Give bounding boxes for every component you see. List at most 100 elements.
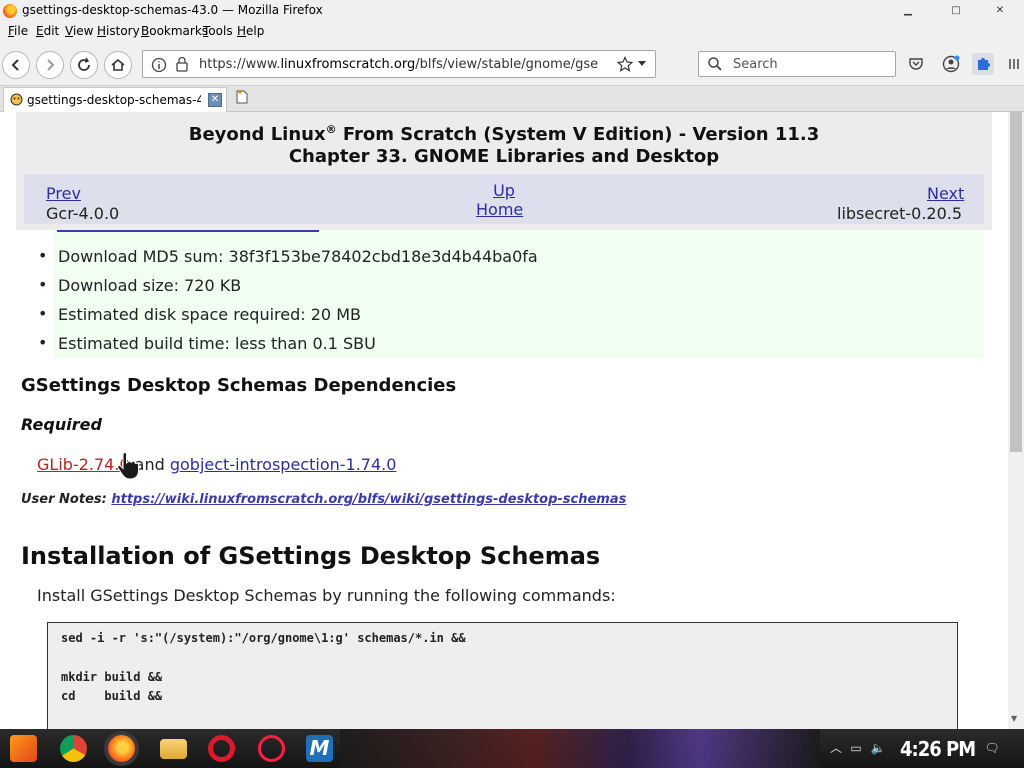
reload-button[interactable] (70, 51, 98, 79)
chapter-title: Chapter 33. GNOME Libraries and Desktop (288, 146, 720, 167)
prev-link[interactable]: Prev (46, 184, 81, 203)
menu-view[interactable]: View (65, 24, 93, 38)
network-icon[interactable]: ▭ (848, 740, 864, 756)
firefox-icon[interactable] (108, 735, 135, 762)
taskbar: M ︿ ▭ 🔈 4:26 PM 🗨 (0, 729, 1024, 768)
menu-history[interactable]: History (97, 24, 140, 38)
prev-page-name: Gcr-4.0.0 (46, 204, 120, 223)
vertical-scrollbar[interactable]: ▼ (1008, 112, 1024, 729)
url-prefix: https://www. (199, 57, 281, 72)
opera-icon[interactable] (208, 735, 235, 762)
tab-active[interactable]: gsettings-desktop-schemas-43 ✕ (3, 87, 227, 112)
arrow-left-icon (11, 59, 19, 71)
required-heading: Required (21, 415, 102, 434)
reload-icon (78, 57, 90, 71)
download-link-partial[interactable] (57, 228, 319, 232)
build-time: Estimated build time: less than 0.1 SBU (58, 334, 376, 353)
browser-window: gsettings-desktop-schemas-43.0 — Mozilla… (0, 0, 1024, 768)
minimize-button[interactable]: ▁ (894, 3, 922, 18)
list-item: Download size: 720 KB (38, 275, 242, 295)
arrow-right-icon (47, 59, 55, 71)
url-path: /blfs/view/stable/gnome/gse (415, 57, 599, 72)
menu-help[interactable]: Help (237, 24, 264, 38)
overflow-menu-button[interactable] (1005, 53, 1023, 75)
dependencies-heading: GSettings Desktop Schemas Dependencies (21, 375, 457, 396)
home-button[interactable] (104, 51, 132, 79)
list-item: Estimated disk space required: 20 MB (38, 304, 361, 324)
lfs-favicon-icon (10, 93, 23, 106)
disk-space: Estimated disk space required: 20 MB (58, 305, 361, 324)
page-viewport: Beyond Linux® From Scratch (System V Edi… (0, 112, 1008, 729)
puzzle-piece-icon (978, 58, 990, 70)
installation-text: Install GSettings Desktop Schemas by run… (37, 586, 616, 605)
menu-tools[interactable]: Tools (203, 24, 233, 38)
account-icon (942, 55, 960, 73)
url-bar[interactable]: https://www.linuxfromscratch.org/blfs/vi… (142, 50, 656, 78)
chrome-icon[interactable] (60, 735, 87, 762)
tab-close-button[interactable]: ✕ (208, 93, 222, 107)
page-navigation: Prev Gcr-4.0.0 Up Home Next libsecret-0.… (24, 174, 984, 224)
bookmark-star-icon[interactable] (617, 56, 633, 72)
maximize-button[interactable]: □ (942, 3, 970, 18)
installation-heading: Installation of GSettings Desktop Schema… (21, 542, 601, 570)
tab-strip: gsettings-desktop-schemas-43 ✕ (0, 86, 1024, 112)
file-explorer-icon[interactable] (160, 739, 187, 759)
hand-pointer-cursor-icon (117, 452, 139, 480)
opera-gx-icon[interactable] (258, 735, 285, 762)
menu-bar: File Edit View History Bookmarks Tools H… (0, 22, 1024, 42)
account-button[interactable] (940, 53, 962, 75)
taskbar-wallpaper (340, 729, 820, 768)
lock-icon[interactable] (175, 56, 189, 72)
required-dependencies: GLib-2.74.0 and gobject-introspection-1.… (37, 455, 396, 474)
url-domain: linuxfromscratch.org (280, 57, 416, 72)
extensions-button[interactable] (972, 53, 994, 75)
action-center-icon[interactable]: 🗨 (984, 740, 1000, 756)
search-placeholder: Search (733, 57, 778, 72)
home-link[interactable]: Home (476, 200, 523, 219)
title-rest: From Scratch (System V Edition) - Versio… (336, 124, 820, 145)
chevron-down-icon[interactable] (637, 60, 647, 68)
next-page-name: libsecret-0.20.5 (837, 204, 963, 223)
list-item: Download MD5 sum: 38f3f153be78402cbd18e3… (38, 246, 538, 266)
code-block: sed -i -r 's:"(/system):"/org/gnome\1:g'… (47, 622, 958, 729)
home-icon (111, 58, 125, 71)
next-link[interactable]: Next (927, 184, 964, 203)
title-bar: gsettings-desktop-schemas-43.0 — Mozilla… (0, 0, 1024, 22)
gobject-introspection-link[interactable]: gobject-introspection-1.74.0 (170, 455, 397, 474)
m-app-icon[interactable]: M (306, 735, 333, 762)
code-line: mkdir build && (61, 670, 163, 684)
scrollbar-thumb[interactable] (1010, 112, 1022, 452)
user-notes-link[interactable]: https://wiki.linuxfromscratch.org/blfs/w… (111, 492, 626, 507)
code-line: sed -i -r 's:"(/system):"/org/gnome\1:g'… (61, 631, 466, 645)
window-title: gsettings-desktop-schemas-43.0 — Mozilla… (22, 3, 323, 17)
clock[interactable]: 4:26 PM (900, 737, 976, 761)
firefox-logo-icon (3, 4, 17, 18)
search-bar[interactable]: Search (698, 51, 896, 77)
close-window-button[interactable]: ✕ (986, 3, 1014, 18)
scroll-down-arrow-icon[interactable]: ▼ (1011, 714, 1017, 723)
menu-bookmarks[interactable]: Bookmarks (141, 24, 208, 38)
info-icon[interactable] (151, 57, 167, 73)
pocket-icon (909, 58, 923, 70)
url-text[interactable]: https://www.linuxfromscratch.org/blfs/vi… (199, 57, 619, 72)
page-header: Beyond Linux® From Scratch (System V Edi… (16, 112, 992, 230)
menu-file[interactable]: File (8, 24, 28, 38)
registered-mark: ® (325, 123, 337, 136)
forward-button[interactable] (36, 51, 64, 79)
download-size: Download size: 720 KB (58, 276, 242, 295)
start-icon[interactable] (10, 735, 37, 762)
page-title: Beyond Linux® From Scratch (System V Edi… (16, 123, 992, 145)
tray-chevron-up-icon[interactable]: ︿ (828, 740, 844, 756)
menu-edit[interactable]: Edit (36, 24, 59, 38)
search-icon (708, 57, 722, 71)
hamburger-menu-icon (1009, 59, 1019, 69)
title-part: Beyond Linux (188, 124, 326, 145)
list-item: Estimated build time: less than 0.1 SBU (38, 333, 376, 353)
pocket-button[interactable] (905, 53, 927, 75)
back-button[interactable] (2, 51, 30, 79)
tab-title: gsettings-desktop-schemas-43 (27, 93, 201, 107)
new-tab-icon[interactable] (234, 89, 250, 105)
up-link[interactable]: Up (489, 181, 519, 200)
volume-icon[interactable]: 🔈 (870, 740, 886, 756)
user-notes-label: User Notes: (21, 492, 112, 507)
